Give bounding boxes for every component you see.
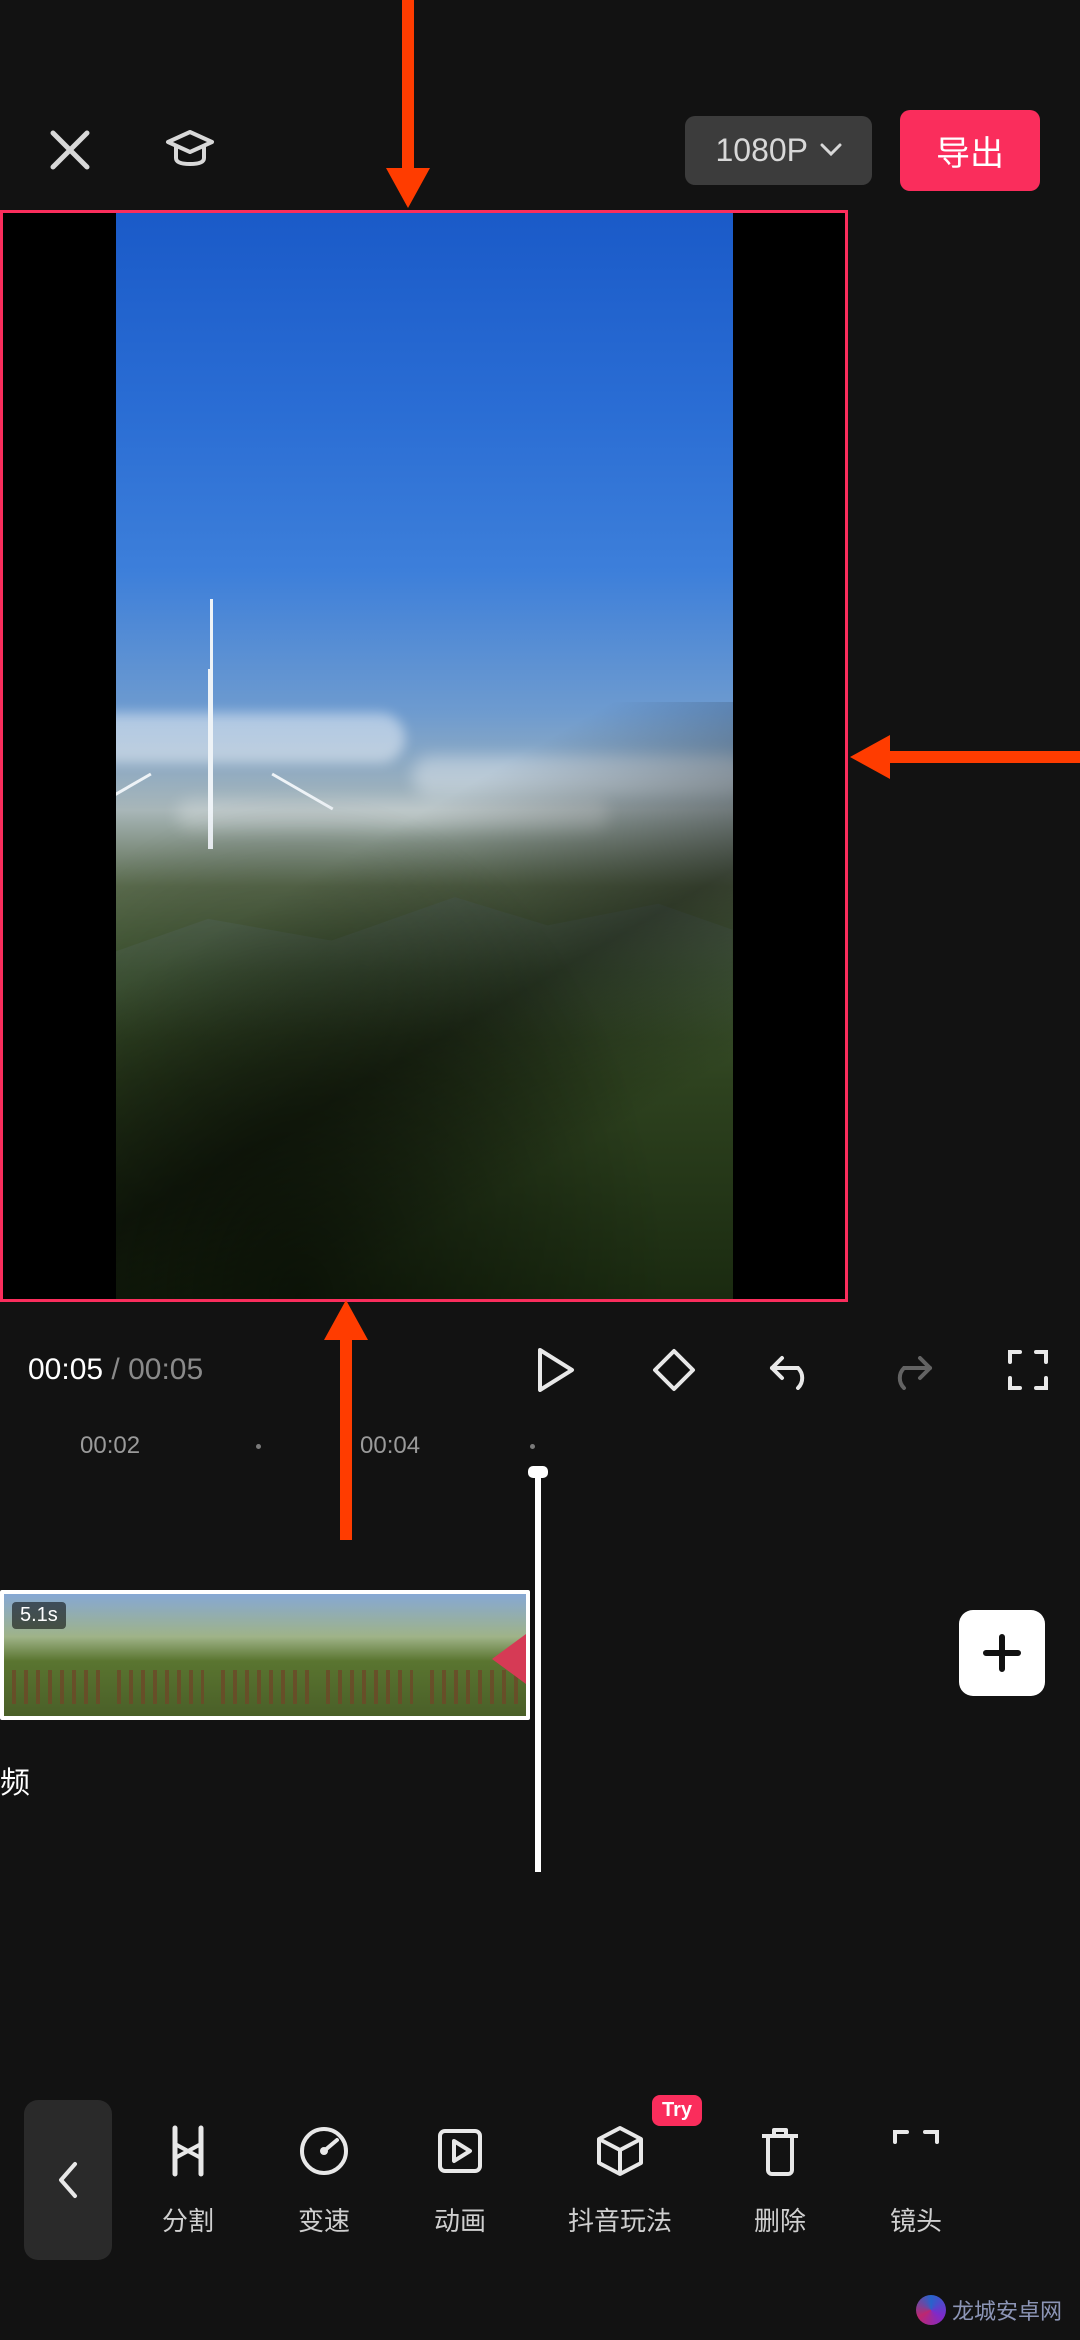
add-clip-button[interactable]: [959, 1610, 1045, 1696]
plus-icon: [980, 1631, 1024, 1675]
video-preview[interactable]: [116, 213, 733, 1299]
chevron-left-icon: [55, 2160, 81, 2200]
keyframe-icon[interactable]: [650, 1346, 698, 1394]
tool-label: 动画: [434, 2201, 486, 2238]
tool-label: 删除: [754, 2201, 806, 2238]
export-button[interactable]: 导出: [900, 110, 1040, 191]
close-icon[interactable]: [40, 120, 100, 180]
ruler-mark: 00:02: [80, 1432, 140, 1460]
duration: 00:05: [128, 1353, 203, 1386]
clip-duration-badge: 5.1s: [12, 1602, 66, 1629]
tool-label: 分割: [162, 2201, 214, 2238]
fullscreen-icon[interactable]: [1004, 1346, 1052, 1394]
tool-items: 分割 变速 动画 Try 抖音玩法 删除: [160, 2123, 944, 2238]
export-label: 导出: [936, 135, 1004, 173]
trim-arrow-icon: [492, 1634, 526, 1684]
trash-icon: [752, 2123, 808, 2179]
bottom-toolbar: 分割 变速 动画 Try 抖音玩法 删除: [0, 2080, 1080, 2280]
watermark-icon: [916, 2295, 946, 2325]
clip-thumbnail: [213, 1594, 317, 1716]
tool-label: 变速: [298, 2201, 350, 2238]
tool-split[interactable]: 分割: [160, 2123, 216, 2238]
tutorial-icon[interactable]: [160, 120, 220, 180]
annotation-arrow-right: [850, 735, 1080, 779]
clip-thumbnail: [108, 1594, 212, 1716]
tool-lens[interactable]: 镜头: [888, 2123, 944, 2238]
video-clip[interactable]: 5.1s: [0, 1590, 530, 1720]
clip-trim-handle[interactable]: [526, 1594, 530, 1720]
lens-icon: [888, 2123, 944, 2179]
video-preview-selection[interactable]: [0, 210, 848, 1302]
playback-buttons: [532, 1346, 1052, 1394]
ruler-tick: [256, 1444, 261, 1449]
header-left: [40, 120, 220, 180]
ruler-tick: [530, 1444, 535, 1449]
time-display: 00:05 / 00:05: [28, 1353, 203, 1387]
header-bar: 1080P 导出: [0, 100, 1080, 200]
split-icon: [160, 2123, 216, 2179]
playhead[interactable]: [535, 1472, 541, 1872]
try-badge: Try: [652, 2095, 702, 2126]
playback-control-row: 00:05 / 00:05: [0, 1330, 1080, 1410]
tool-speed[interactable]: 变速: [296, 2123, 352, 2238]
audio-track-label[interactable]: 频: [0, 1750, 50, 1810]
header-right: 1080P 导出: [685, 110, 1040, 191]
ruler-mark: 00:04: [360, 1432, 420, 1460]
redo-icon[interactable]: [886, 1346, 934, 1394]
toolbar-back-button[interactable]: [24, 2100, 112, 2260]
watermark: 龙城安卓网: [916, 2294, 1062, 2326]
tool-delete[interactable]: 删除: [752, 2123, 808, 2238]
chevron-down-icon: [820, 143, 842, 157]
play-icon[interactable]: [532, 1346, 580, 1394]
resolution-button[interactable]: 1080P: [685, 116, 872, 185]
speed-icon: [296, 2123, 352, 2179]
tool-douyin-effects[interactable]: Try 抖音玩法: [568, 2123, 672, 2238]
watermark-text: 龙城安卓网: [952, 2294, 1062, 2326]
current-time: 00:05: [28, 1353, 103, 1386]
resolution-label: 1080P: [715, 132, 808, 169]
tool-label: 镜头: [890, 2201, 942, 2238]
tool-label: 抖音玩法: [568, 2201, 672, 2238]
undo-icon[interactable]: [768, 1346, 816, 1394]
animation-icon: [432, 2123, 488, 2179]
tool-animation[interactable]: 动画: [432, 2123, 488, 2238]
cube-icon: [592, 2123, 648, 2179]
clip-thumbnail: [317, 1594, 421, 1716]
